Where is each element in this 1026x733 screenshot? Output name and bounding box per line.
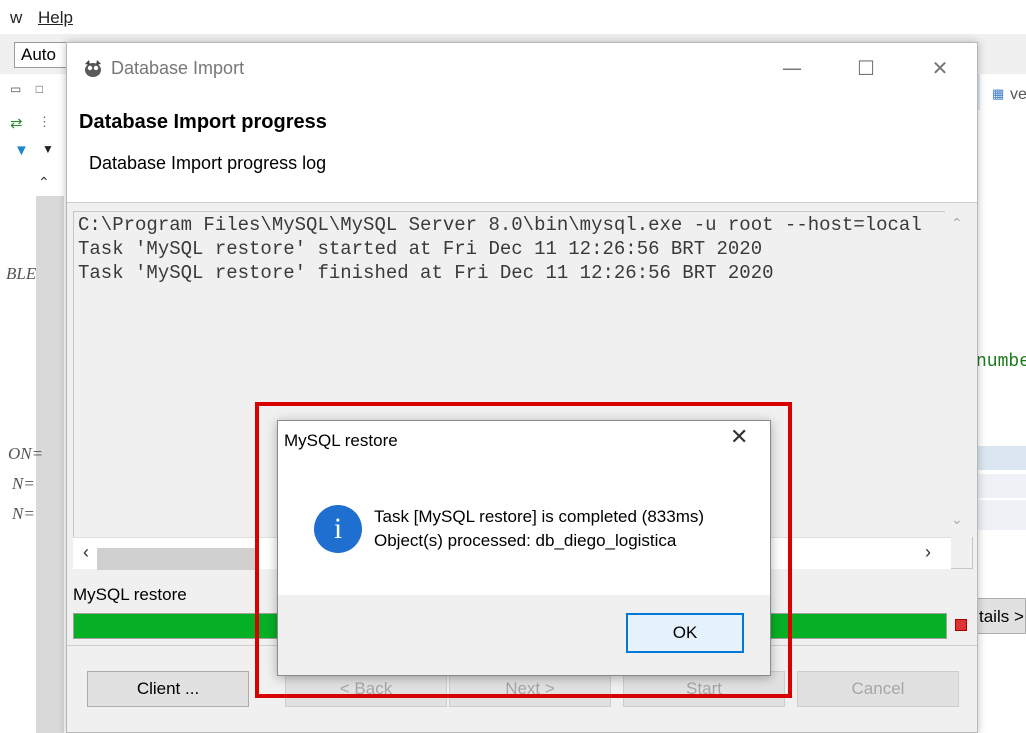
- dialog-titlebar[interactable]: Database Import — ☐ ✕: [67, 43, 977, 95]
- right-fragment-number: numbe: [976, 352, 1026, 372]
- cancel-button[interactable]: Cancel: [797, 671, 959, 707]
- scroll-down-icon[interactable]: ⌄: [951, 511, 963, 528]
- scroll-left-icon[interactable]: ‹: [83, 542, 89, 563]
- scroll-up-icon[interactable]: ⌃: [38, 174, 50, 191]
- maximize-icon[interactable]: □: [36, 82, 43, 96]
- wizard-page-description: Database Import progress log: [89, 153, 327, 173]
- wizard-page-title: Database Import progress: [79, 111, 327, 133]
- client-button[interactable]: Client ...: [87, 671, 249, 707]
- info-icon: i: [314, 505, 362, 553]
- left-fragment-3: N=: [12, 474, 35, 493]
- log-line: Task 'MySQL restore' finished at Fri Dec…: [78, 262, 774, 284]
- dbeaver-logo-icon: [81, 57, 105, 81]
- right-panel: [978, 74, 1026, 733]
- close-button[interactable]: ✕: [917, 53, 963, 83]
- message-box-title: MySQL restore: [284, 431, 398, 450]
- menu-bar: w Help: [0, 0, 1026, 34]
- scroll-right-icon[interactable]: ›: [925, 542, 931, 563]
- mysql-restore-message-box: MySQL restore ✕ i Task [MySQL restore] i…: [277, 420, 771, 676]
- right-fragment-view: ve: [1010, 86, 1026, 103]
- message-line-2: Object(s) processed: db_diego_logistica: [374, 531, 677, 550]
- stop-task-icon[interactable]: [955, 619, 967, 631]
- log-vertical-scrollbar[interactable]: ⌃ ⌄: [945, 211, 973, 537]
- dropdown-icon[interactable]: ▼: [42, 142, 54, 156]
- left-fragment-2: ON=: [8, 444, 44, 463]
- menu-item-help[interactable]: Help: [38, 8, 73, 28]
- left-fragment-1: BLE: [6, 264, 37, 283]
- menu-item-window[interactable]: w: [10, 8, 22, 28]
- dialog-title: Database Import: [111, 58, 245, 78]
- right-row: [978, 474, 1026, 498]
- log-line: Task 'MySQL restore' started at Fri Dec …: [78, 238, 763, 260]
- left-scrollbar[interactable]: [36, 196, 64, 733]
- minimize-button[interactable]: —: [769, 53, 815, 83]
- right-row: [978, 500, 1026, 530]
- filter-icon[interactable]: ▼: [14, 142, 29, 159]
- task-label: MySQL restore: [73, 585, 187, 604]
- log-line: C:\Program Files\MySQL\MySQL Server 8.0\…: [78, 214, 922, 236]
- left-panel-window-controls: ▭ □: [10, 80, 60, 98]
- minimize-icon[interactable]: ▭: [10, 82, 21, 96]
- wizard-header: Database Import progress Database Import…: [67, 95, 977, 203]
- table-icon: ▦: [992, 86, 1005, 101]
- maximize-button[interactable]: ☐: [843, 53, 889, 83]
- close-icon[interactable]: ✕: [730, 425, 748, 450]
- left-fragment-4: N=: [12, 504, 35, 523]
- details-button[interactable]: tails >: [972, 598, 1026, 634]
- ok-button[interactable]: OK: [626, 613, 744, 653]
- right-selected-row: [978, 446, 1026, 470]
- scroll-up-icon[interactable]: ⌃: [951, 215, 963, 232]
- log-horizontal-scroll-thumb[interactable]: [97, 548, 257, 570]
- message-line-1: Task [MySQL restore] is completed (833ms…: [374, 507, 705, 526]
- more-icon[interactable]: ⋮: [38, 114, 51, 130]
- sync-icon[interactable]: ⇄: [10, 114, 23, 132]
